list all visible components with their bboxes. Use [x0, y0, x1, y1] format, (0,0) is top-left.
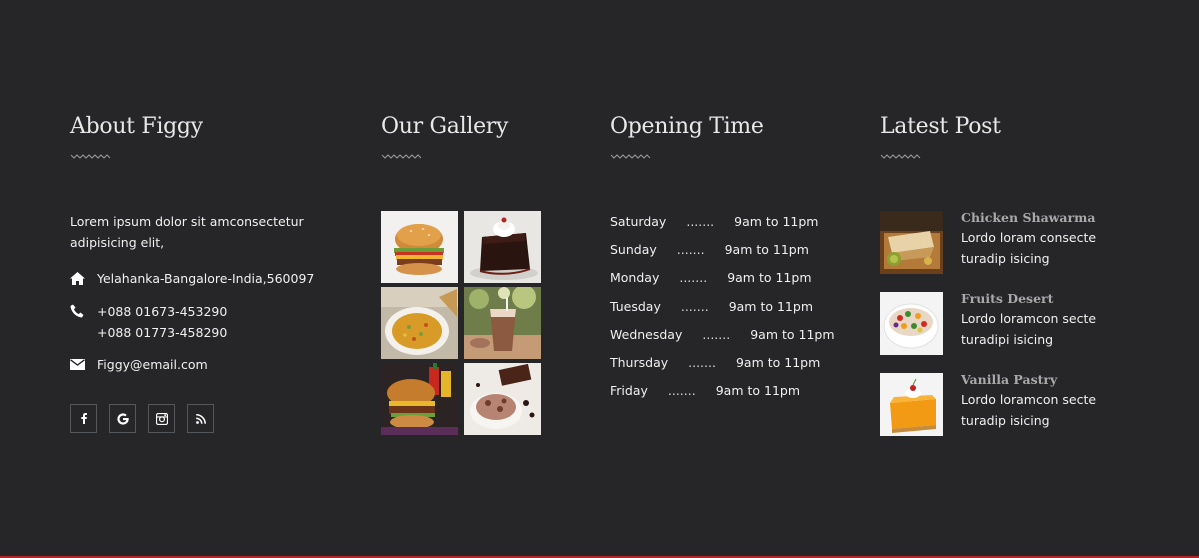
social-links — [70, 404, 214, 433]
post-excerpt: Lordo loramcon secte turadipi isicing — [961, 311, 1097, 347]
post-item[interactable]: Chicken Shawarma Lordo loram consecte tu… — [880, 209, 1111, 292]
squiggle-divider-icon — [610, 154, 651, 159]
hours-dots: ....... — [702, 326, 731, 342]
post-image-fruit-salad[interactable] — [880, 292, 943, 355]
latest-post-heading: Latest Post — [880, 114, 1001, 139]
post-title[interactable]: Fruits Desert — [961, 290, 1111, 308]
opening-time-heading: Opening Time — [610, 114, 764, 139]
hours-row: Monday....... 9am to 11pm — [610, 268, 835, 296]
phone-number-1[interactable]: +088 01673-453290 — [97, 301, 227, 322]
post-image-pastry[interactable] — [880, 373, 943, 436]
hours-day: Monday — [610, 270, 660, 286]
phone-icon — [70, 301, 97, 322]
email-link[interactable]: Figgy@email.com — [97, 354, 208, 375]
about-heading: About Figgy — [70, 114, 203, 139]
facebook-button[interactable] — [70, 404, 97, 433]
squiggle-divider-icon — [880, 154, 921, 159]
home-icon — [70, 268, 97, 289]
hours-row: Saturday....... 9am to 11pm — [610, 212, 835, 240]
post-item[interactable]: Vanilla Pastry Lordo loramcon secte tura… — [880, 371, 1111, 454]
gallery-section: Our Gallery — [381, 112, 561, 435]
hours-dots: ....... — [688, 354, 716, 370]
hours-dots: ....... — [679, 270, 708, 286]
post-title[interactable]: Chicken Shawarma — [961, 209, 1111, 227]
hours-list: Saturday....... 9am to 11pm Sunday.......… — [610, 212, 835, 409]
hours-row: Wednesday....... 9am to 11pm — [610, 325, 835, 353]
post-image-shawarma[interactable] — [880, 211, 943, 274]
latest-post-list: Chicken Shawarma Lordo loram consecte tu… — [880, 209, 1111, 454]
hours-row: Thursday....... 9am to 11pm — [610, 353, 835, 381]
about-section: About Figgy Lorem ipsum dolor sit amcons… — [70, 112, 340, 433]
rss-icon — [195, 413, 206, 424]
gallery-image-burger[interactable] — [381, 211, 458, 283]
hours-dots: ....... — [686, 214, 715, 229]
opening-time-section: Opening Time Saturday....... 9am to 11pm … — [610, 112, 850, 398]
hours-day: Wednesday — [610, 326, 683, 342]
about-description: Lorem ipsum dolor sit amconsectetur adip… — [70, 214, 304, 250]
address-row: Yelahanka-Bangalore-India,560097 — [70, 268, 314, 289]
rss-button[interactable] — [187, 404, 214, 433]
gallery-grid — [381, 211, 541, 435]
hours-time: 9am to 11pm — [727, 270, 812, 286]
hours-dots: ....... — [676, 242, 705, 258]
hours-day: Saturday — [610, 214, 667, 229]
mail-icon — [70, 354, 97, 375]
hours-dots: ....... — [667, 383, 696, 399]
post-item[interactable]: Fruits Desert Lordo loramcon secte turad… — [880, 290, 1111, 373]
hours-day: Sunday — [610, 242, 657, 258]
gallery-image-iced-coffee[interactable] — [464, 287, 541, 359]
post-excerpt: Lordo loramcon secte turadip isicing — [961, 392, 1097, 428]
phone-number-2[interactable]: +088 01773-458290 — [97, 322, 227, 343]
gallery-image-chocolate-cake[interactable] — [464, 211, 541, 283]
gallery-image-burger-and-sauces[interactable] — [381, 363, 458, 435]
hours-day: Thursday — [610, 354, 669, 370]
post-excerpt: Lordo loram consecte turadip isicing — [961, 230, 1097, 266]
gallery-image-biryani[interactable] — [381, 287, 458, 359]
squiggle-divider-icon — [381, 154, 422, 159]
instagram-button[interactable] — [148, 404, 175, 433]
address-text: Yelahanka-Bangalore-India,560097 — [97, 271, 315, 286]
post-title[interactable]: Vanilla Pastry — [961, 371, 1111, 389]
squiggle-divider-icon — [70, 154, 111, 159]
hours-dots: ....... — [680, 298, 709, 314]
hours-time: 9am to 11pm — [750, 326, 835, 342]
hours-time: 9am to 11pm — [734, 214, 819, 229]
gallery-image-chocolate-ice-cream[interactable] — [464, 363, 541, 435]
hours-row: Sunday....... 9am to 11pm — [610, 240, 835, 268]
google-icon — [116, 412, 129, 425]
gallery-heading: Our Gallery — [381, 114, 509, 139]
google-button[interactable] — [109, 404, 136, 433]
hours-time: 9am to 11pm — [735, 354, 821, 370]
hours-row: Tuesday....... 9am to 11pm — [610, 297, 835, 325]
hours-day: Tuesday — [610, 298, 661, 314]
latest-post-section: Latest Post Chicken Shawarma Lordo loram… — [880, 112, 1140, 436]
hours-time: 9am to 11pm — [715, 383, 801, 399]
hours-row: Friday....... 9am to 11pm — [610, 381, 835, 409]
hours-time: 9am to 11pm — [728, 298, 813, 314]
hours-day: Friday — [610, 383, 648, 399]
instagram-icon — [155, 412, 168, 425]
facebook-icon — [80, 413, 87, 424]
phone-row: +088 01673-453290 +088 01773-458290 — [70, 301, 227, 343]
email-row: Figgy@email.com — [70, 354, 208, 375]
hours-time: 9am to 11pm — [724, 242, 809, 258]
